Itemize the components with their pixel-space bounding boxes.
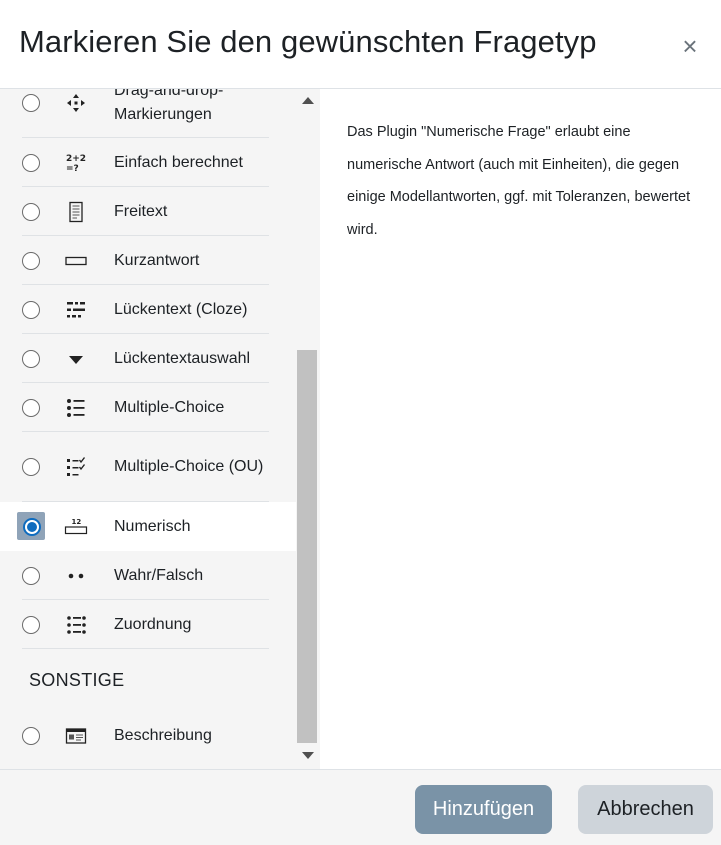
description-icon bbox=[64, 725, 88, 747]
option-numerical[interactable]: 12 Numerisch bbox=[0, 502, 296, 551]
option-description[interactable]: Beschreibung bbox=[0, 711, 296, 760]
add-button[interactable]: Hinzufügen bbox=[415, 785, 552, 834]
radio-simple-calculated[interactable] bbox=[22, 153, 40, 172]
document-icon bbox=[64, 201, 88, 223]
description-panel: Das Plugin "Numerische Frage" erlaubt ei… bbox=[320, 89, 721, 769]
option-drag-and-drop-markers[interactable]: Drag-and-drop-Markierungen bbox=[0, 89, 296, 138]
two-dots-icon bbox=[64, 565, 88, 587]
option-matching[interactable]: Zuordnung bbox=[0, 600, 296, 649]
radio-cloze[interactable] bbox=[22, 300, 40, 319]
radio-multiple-choice-ou[interactable] bbox=[22, 458, 40, 476]
radio-description[interactable] bbox=[22, 726, 40, 745]
option-label: Numerisch bbox=[114, 517, 191, 535]
option-label: Einfach berechnet bbox=[114, 153, 243, 171]
close-icon[interactable]: × bbox=[676, 30, 704, 62]
option-gapselect[interactable]: Lückentextauswahl bbox=[0, 334, 296, 383]
option-label: Multiple-Choice bbox=[114, 398, 225, 416]
radio-gapselect[interactable] bbox=[22, 349, 40, 368]
checklist-icon bbox=[64, 456, 88, 478]
radio-multiple-choice[interactable] bbox=[22, 398, 40, 417]
option-label: Lückentextauswahl bbox=[114, 349, 251, 367]
option-multiple-choice[interactable]: Multiple-Choice bbox=[0, 383, 296, 432]
scrollbar-thumb[interactable] bbox=[297, 350, 317, 743]
move-arrows-icon bbox=[64, 92, 88, 114]
question-type-description: Das Plugin "Numerische Frage" erlaubt ei… bbox=[347, 124, 691, 238]
matching-icon bbox=[64, 614, 88, 636]
text-field-icon bbox=[64, 250, 88, 272]
option-label: Freitext bbox=[114, 202, 168, 220]
option-label: Kurzantwort bbox=[114, 251, 200, 269]
option-label: Wahr/Falsch bbox=[114, 566, 204, 584]
option-short-answer[interactable]: Kurzantwort bbox=[0, 236, 296, 285]
radio-matching[interactable] bbox=[22, 615, 40, 634]
section-other: SONSTIGE bbox=[0, 649, 296, 711]
radio-true-false[interactable] bbox=[22, 566, 40, 585]
option-label: Multiple-Choice (OU) bbox=[114, 458, 264, 475]
radio-numerical[interactable] bbox=[23, 517, 41, 536]
option-cloze[interactable]: Lückentext (Cloze) bbox=[0, 285, 296, 334]
scroll-up-icon[interactable] bbox=[302, 97, 314, 104]
option-label: Lückentext (Cloze) bbox=[114, 300, 248, 318]
option-true-false[interactable]: Wahr/Falsch bbox=[0, 551, 296, 600]
svg-text:12: 12 bbox=[72, 518, 82, 526]
scroll-down-icon[interactable] bbox=[302, 752, 314, 759]
radio-short-answer[interactable] bbox=[22, 251, 40, 270]
dialog-title: Markieren Sie den gewünschten Fragetyp bbox=[19, 24, 597, 59]
list-scrollbar[interactable] bbox=[297, 89, 320, 769]
radio-drag-and-drop-markers[interactable] bbox=[22, 94, 40, 112]
dialog-footer: Hinzufügen Abbrechen bbox=[0, 769, 721, 845]
section-title: SONSTIGE bbox=[29, 670, 125, 690]
cancel-button[interactable]: Abbrechen bbox=[578, 785, 713, 834]
radio-essay[interactable] bbox=[22, 202, 40, 221]
caret-down-icon bbox=[64, 348, 88, 370]
option-multiple-choice-ou[interactable]: Multiple-Choice (OU) bbox=[0, 432, 296, 502]
question-type-list: Drag-and-drop-Markierungen 2+2 =? Einfac… bbox=[0, 89, 296, 760]
dialog-header: Markieren Sie den gewünschten Fragetyp × bbox=[0, 0, 721, 89]
option-label: Zuordnung bbox=[114, 615, 192, 633]
numeric-icon: 12 bbox=[64, 516, 88, 538]
option-simple-calculated[interactable]: 2+2 =? Einfach berechnet bbox=[0, 138, 296, 187]
question-type-list-panel: Drag-and-drop-Markierungen 2+2 =? Einfac… bbox=[0, 89, 320, 769]
option-label: Beschreibung bbox=[114, 726, 212, 744]
calculation-icon: 2+2 =? bbox=[64, 152, 88, 174]
svg-text:=?: =? bbox=[66, 164, 79, 174]
option-label: Drag-and-drop-Markierungen bbox=[114, 89, 224, 123]
svg-text:2+2: 2+2 bbox=[66, 154, 86, 164]
list-icon bbox=[64, 397, 88, 419]
option-essay[interactable]: Freitext bbox=[0, 187, 296, 236]
cloze-icon bbox=[64, 299, 88, 321]
